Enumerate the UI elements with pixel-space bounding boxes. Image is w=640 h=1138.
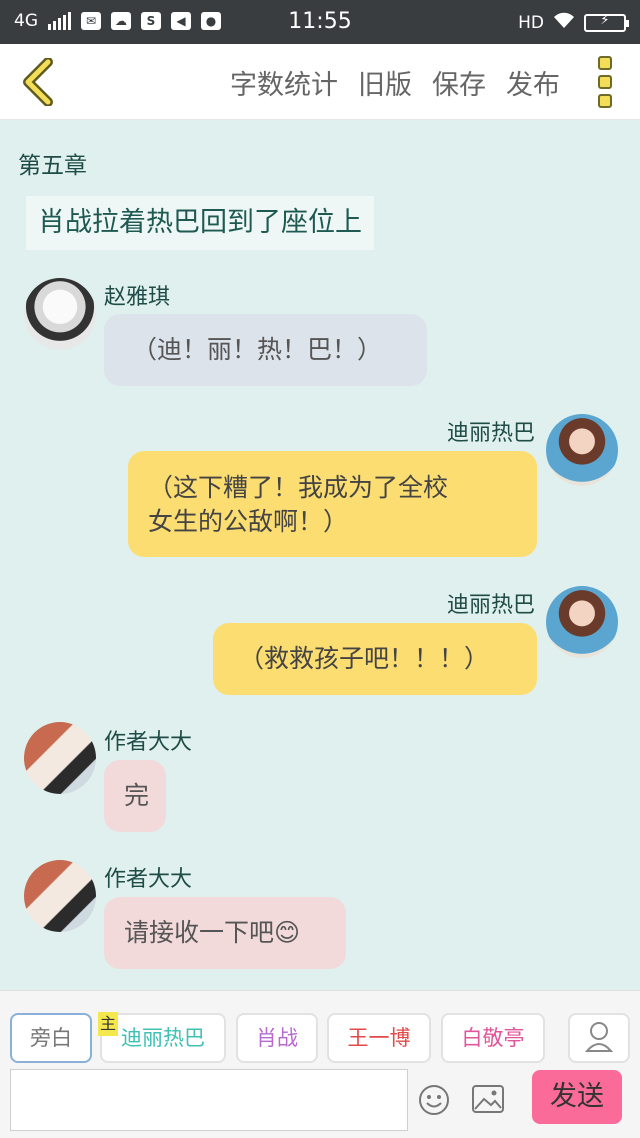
message-sender-name: 迪丽热巴 <box>446 421 535 446</box>
top-toolbar: 字数统计 旧版 保存 发布 <box>0 44 640 120</box>
role-button-narration[interactable]: 旁白 <box>10 1013 92 1063</box>
publish-button[interactable]: 发布 <box>506 63 560 102</box>
compose-panel: 旁白 迪丽热巴 肖战 王一博 白敬亭 发送 <box>0 990 640 1138</box>
role-label: 迪丽热巴 <box>121 1026 205 1050</box>
back-button[interactable] <box>18 57 58 107</box>
message-bubble[interactable]: （这下糟了！我成为了全校 女生的公敌啊！） <box>128 451 537 557</box>
message-text: 女生的公敌啊！） <box>148 507 349 536</box>
message-bubble[interactable]: （救救孩子吧！！！） <box>213 623 537 695</box>
message-bubble[interactable]: 完 <box>104 760 166 832</box>
message-sender-name: 迪丽热巴 <box>446 593 535 618</box>
avatar[interactable] <box>24 860 96 932</box>
more-vertical-icon[interactable] <box>598 56 614 108</box>
message-sender-name: 赵雅琪 <box>104 285 171 310</box>
old-version-button[interactable]: 旧版 <box>358 63 412 102</box>
status-right: HD ⚡ <box>518 11 629 34</box>
send-button[interactable]: 发送 <box>532 1070 622 1124</box>
role-label: 肖战 <box>256 1026 298 1050</box>
chapter-title: 第五章 <box>18 153 87 179</box>
image-icon[interactable] <box>472 1085 504 1113</box>
save-button[interactable]: 保存 <box>432 63 486 102</box>
message-text: 请接收一下吧 <box>124 918 275 947</box>
message-text: （这下糟了！我成为了全校 <box>148 473 449 502</box>
status-bar: 4G ✉ ☁ S ◀ ● 11:55 HD ⚡ <box>0 0 640 44</box>
message-text: （迪！丽！热！巴！） <box>132 335 383 364</box>
role-button-xiaozhan[interactable]: 肖战 <box>236 1013 318 1063</box>
role-button-baijingting[interactable]: 白敬亭 <box>441 1013 545 1063</box>
word-count-button[interactable]: 字数统计 <box>230 63 338 102</box>
smiley-icon[interactable] <box>418 1084 450 1116</box>
wifi-icon <box>552 11 576 34</box>
role-label: 白敬亭 <box>461 1026 525 1050</box>
main-role-tag: 主 <box>98 1012 118 1036</box>
avatar[interactable] <box>546 414 618 486</box>
smiley-emoji: 😊 <box>274 918 301 947</box>
battery-icon: ⚡ <box>584 13 629 32</box>
message-bubble[interactable]: 请接收一下吧😊 <box>104 897 346 969</box>
role-label: 旁白 <box>30 1026 72 1050</box>
chevron-left-icon <box>23 57 53 107</box>
role-button-wangyibo[interactable]: 王一博 <box>327 1013 431 1063</box>
message-text: 完 <box>124 781 150 810</box>
role-label: 王一博 <box>347 1026 411 1050</box>
message-sender-name: 作者大大 <box>104 730 193 755</box>
avatar[interactable] <box>24 278 96 350</box>
message-input[interactable] <box>10 1069 408 1131</box>
role-selector: 旁白 迪丽热巴 肖战 王一博 白敬亭 <box>10 1013 550 1063</box>
user-button[interactable] <box>568 1013 630 1063</box>
narration-text[interactable]: 肖战拉着热巴回到了座位上 <box>26 196 374 250</box>
message-bubble[interactable]: （迪！丽！热！巴！） <box>104 314 427 386</box>
message-sender-name: 作者大大 <box>104 867 193 892</box>
message-text: （救救孩子吧！！！） <box>239 644 490 673</box>
role-button-dilireba[interactable]: 迪丽热巴 <box>100 1013 226 1063</box>
avatar[interactable] <box>24 722 96 794</box>
avatar[interactable] <box>546 586 618 658</box>
user-icon <box>584 1022 614 1052</box>
hd-label: HD <box>518 12 544 33</box>
toolbar-actions: 字数统计 旧版 保存 发布 <box>230 63 560 102</box>
